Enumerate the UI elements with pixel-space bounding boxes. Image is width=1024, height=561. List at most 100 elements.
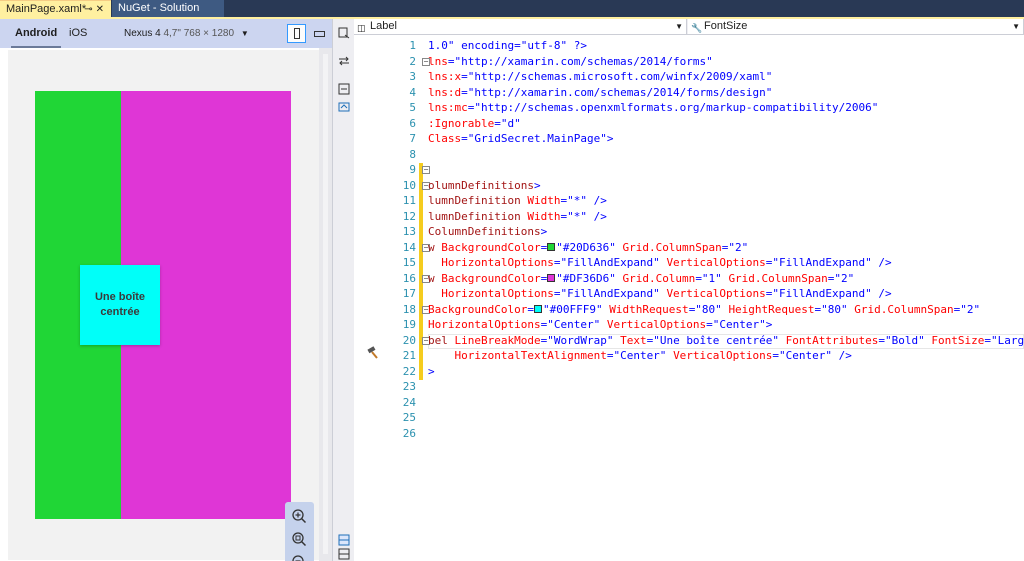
code-line[interactable]: 17 HorizontalOptions="FillAndExpand" Ver… (354, 287, 1024, 303)
code-line[interactable]: 9− (354, 163, 1024, 179)
code-token: "#00FFF9" (542, 302, 610, 316)
close-icon[interactable]: ✕ (96, 4, 107, 15)
code-line[interactable]: 13 ColumnDefinitions> (354, 225, 1024, 241)
code-token: "#DF36D6" (556, 271, 623, 285)
code-token: lns:mc (428, 101, 468, 114)
code-text: olumnDefinitions> (428, 179, 541, 192)
color-swatch-icon[interactable] (547, 273, 556, 282)
pin-icon[interactable]: ⊸ (84, 4, 95, 15)
zoom-in-icon[interactable] (290, 507, 308, 525)
code-line[interactable]: 6:Ignorable="d" (354, 117, 1024, 133)
line-number: 22 (402, 364, 416, 378)
code-line[interactable]: 2− lns="http://xamarin.com/schemas/2014/f… (354, 55, 1024, 71)
element-selector[interactable]: ◫ Label ▼ (354, 19, 687, 34)
code-line[interactable]: 12 lumnDefinition Width="*" /> (354, 209, 1024, 225)
code-token: Grid.ColumnSpan (622, 240, 722, 254)
code-token: "#20D636" (556, 240, 623, 254)
code-line[interactable]: 10− olumnDefinitions> (354, 178, 1024, 194)
line-number: 23 (402, 380, 416, 393)
color-swatch-icon[interactable] (533, 304, 542, 313)
code-token: VerticalOptions (666, 287, 766, 300)
code-line[interactable]: 23 (354, 380, 1024, 396)
code-token: FontAttributes (785, 333, 879, 347)
code-line[interactable]: 14− w BackgroundColor= "#20D636" Grid.Colu… (354, 240, 1024, 256)
code-line[interactable]: 7 Class="GridSecret.MainPage"> (354, 132, 1024, 148)
code-line[interactable]: 3 lns:x="http://schemas.microsoft.com/win… (354, 70, 1024, 86)
horizontal-split-icon[interactable] (338, 534, 350, 546)
tab-nuget-solution[interactable]: NuGet - Solution (112, 0, 224, 17)
device-select[interactable]: Nexus 4 4,7" 768 × 1280 ▼ (124, 19, 249, 48)
code-token: ="Bold" (878, 333, 932, 347)
line-number: 21 (402, 349, 416, 362)
change-marker (419, 225, 423, 241)
vertical-split-icon[interactable] (338, 548, 350, 560)
landscape-orientation-button[interactable] (310, 24, 329, 43)
code-token: = (540, 271, 548, 285)
code-line[interactable]: 11 lumnDefinition Width="*" /> (354, 194, 1024, 210)
code-line[interactable]: 8 (354, 148, 1024, 164)
code-line[interactable]: 24 (354, 396, 1024, 412)
change-marker (419, 364, 423, 380)
line-number: 15 (402, 256, 416, 269)
code-token: ="FillAndExpand" /> (765, 287, 892, 300)
color-swatch-icon[interactable] (547, 242, 556, 251)
code-token: HeightRequest (728, 302, 815, 316)
code-token: HorizontalOptions (441, 287, 554, 300)
code-line[interactable]: 15 HorizontalOptions="FillAndExpand" Ver… (354, 256, 1024, 272)
document-outline-icon[interactable] (338, 27, 350, 39)
zoom-out-icon[interactable] (290, 553, 308, 561)
code-line[interactable]: 19 HorizontalOptions="Center" VerticalOpt… (354, 318, 1024, 334)
line-number: 19 (402, 318, 416, 331)
line-number: 6 (409, 116, 416, 130)
code-text: lns:d="http://xamarin.com/schemas/2014/f… (428, 86, 772, 99)
chevron-down-icon: ▼ (675, 22, 683, 31)
code-line[interactable]: 22 > (354, 364, 1024, 380)
device-screen: Une boîte centrée (35, 91, 291, 519)
code-line[interactable]: 16− w BackgroundColor= "#DF36D6" Grid.Colu… (354, 271, 1024, 287)
line-number: 1 (409, 39, 416, 52)
collapse-icon[interactable]: − (422, 166, 430, 174)
code-area[interactable]: 1 1.0" encoding="utf-8" ?> 2− lns="http://x… (354, 36, 1024, 561)
change-marker (419, 194, 423, 210)
code-text: lns="http://xamarin.com/schemas/2014/for… (428, 55, 713, 68)
line-number: 14 (402, 240, 416, 254)
tab-label: NuGet - Solution (118, 2, 200, 14)
line-number: 13 (402, 225, 416, 238)
code-line[interactable]: 26 (354, 427, 1024, 443)
portrait-orientation-button[interactable] (287, 24, 306, 43)
code-token: > (533, 178, 541, 192)
code-line[interactable]: 18− BackgroundColor= "#00FFF9" WidthReques… (354, 302, 1024, 318)
code-line[interactable]: 4 lns:d="http://xamarin.com/schemas/2014/… (354, 86, 1024, 102)
tab-mainpage-xaml[interactable]: MainPage.xaml* ⊸✕ (0, 0, 111, 17)
code-text: lumnDefinition Width="*" /> (428, 210, 607, 223)
scrollbar-thumb[interactable] (323, 54, 328, 554)
tab-ios[interactable]: iOS (69, 19, 87, 48)
code-token: ="d" (494, 116, 521, 130)
line-number: 7 (409, 132, 416, 145)
zoom-fit-icon[interactable] (290, 530, 308, 548)
code-line[interactable]: 21 HorizontalTextAlignment="Center" Vert… (354, 349, 1024, 365)
previewer-scrollbar[interactable] (319, 48, 332, 561)
code-line[interactable]: 20− bel LineBreakMode="WordWrap" Text="Un… (354, 333, 1024, 349)
code-token: ="2" (721, 240, 749, 254)
sync-icon[interactable] (338, 101, 350, 113)
code-line[interactable]: 5 lns:mc="http://schemas.openxmlformats.o… (354, 101, 1024, 117)
line-number: 25 (402, 411, 416, 424)
line-number: 3 (409, 70, 416, 83)
swap-panes-icon[interactable] (338, 55, 350, 67)
code-token: ="FillAndExpand" /> (765, 256, 892, 269)
navigation-bar: ◫ Label ▼ 🔧 FontSize ▼ (354, 19, 1024, 35)
line-number: 26 (402, 426, 416, 440)
code-text: w BackgroundColor= "#DF36D6" Grid.Column=… (428, 272, 854, 285)
member-selector[interactable]: 🔧 FontSize ▼ (688, 19, 1024, 34)
code-token: VerticalOptions (606, 318, 707, 331)
code-token: ="Center"> (706, 318, 773, 331)
code-token: bel (428, 333, 455, 347)
tab-android[interactable]: Android (10, 19, 62, 48)
code-line[interactable]: 1 1.0" encoding="utf-8" ?> (354, 39, 1024, 55)
code-line[interactable]: 25 (354, 411, 1024, 427)
line-number: 8 (409, 147, 416, 161)
collapse-pane-icon[interactable] (338, 83, 350, 95)
